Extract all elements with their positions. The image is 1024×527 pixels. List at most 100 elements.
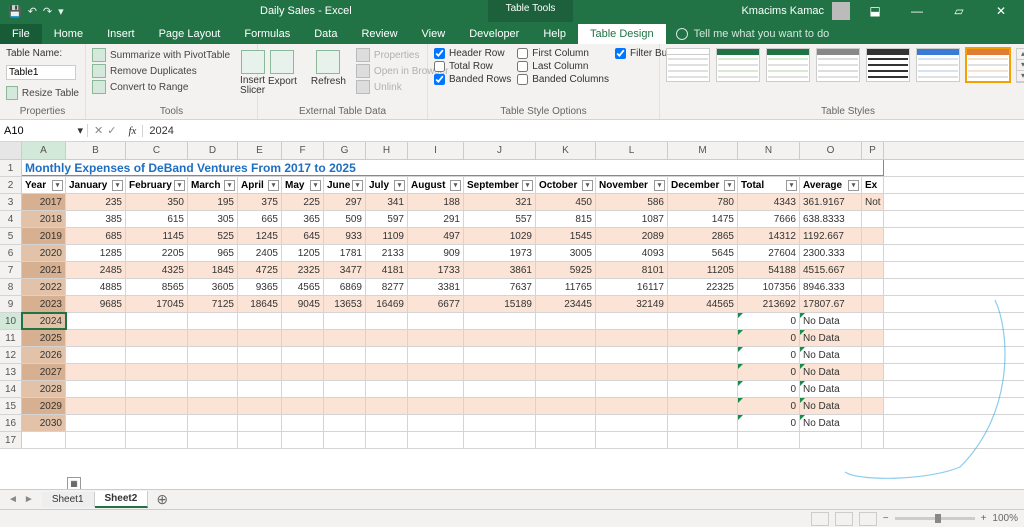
cell[interactable]: No Data: [800, 330, 862, 346]
cell[interactable]: [862, 347, 884, 363]
colhead-J[interactable]: J: [464, 142, 536, 159]
cell[interactable]: [862, 279, 884, 295]
table-header-august[interactable]: August▾: [408, 177, 464, 193]
cell[interactable]: [596, 432, 668, 448]
cell[interactable]: 525: [188, 228, 238, 244]
cell[interactable]: [366, 398, 408, 414]
cell[interactable]: [324, 364, 366, 380]
cell[interactable]: [66, 364, 126, 380]
cell[interactable]: [282, 313, 324, 329]
qat-more-icon[interactable]: ▾: [58, 5, 64, 18]
tell-me[interactable]: Tell me what you want to do: [666, 24, 840, 44]
table-header-year[interactable]: Year▾: [22, 177, 66, 193]
cell[interactable]: 4565: [282, 279, 324, 295]
cell[interactable]: 7125: [188, 296, 238, 312]
colhead-P[interactable]: P: [862, 142, 884, 159]
cell[interactable]: 0: [738, 313, 800, 329]
avatar[interactable]: [832, 2, 850, 20]
cell[interactable]: 909: [408, 245, 464, 261]
colhead-M[interactable]: M: [668, 142, 738, 159]
cell[interactable]: [126, 330, 188, 346]
cell[interactable]: 509: [324, 211, 366, 227]
cell[interactable]: [596, 330, 668, 346]
filter-dropdown-icon[interactable]: ▾: [848, 180, 859, 191]
colhead-K[interactable]: K: [536, 142, 596, 159]
cell[interactable]: [464, 364, 536, 380]
cell[interactable]: [238, 415, 282, 431]
cell[interactable]: [738, 432, 800, 448]
cell[interactable]: [862, 211, 884, 227]
cell[interactable]: 0: [738, 347, 800, 363]
namebox-input[interactable]: [4, 125, 64, 137]
rowhead-3[interactable]: 3: [0, 194, 22, 210]
cell[interactable]: 9365: [238, 279, 282, 295]
rowhead-16[interactable]: 16: [0, 415, 22, 431]
title-cell[interactable]: Monthly Expenses of DeBand Ventures From…: [22, 160, 884, 176]
filter-dropdown-icon[interactable]: ▾: [224, 180, 235, 191]
cell[interactable]: [862, 262, 884, 278]
cell[interactable]: [668, 313, 738, 329]
cell[interactable]: 2025: [22, 330, 66, 346]
table-header-october[interactable]: October▾: [536, 177, 596, 193]
cell[interactable]: [66, 398, 126, 414]
colhead-E[interactable]: E: [238, 142, 282, 159]
redo-icon[interactable]: ↷: [43, 5, 52, 18]
cell[interactable]: 3005: [536, 245, 596, 261]
cell[interactable]: 2020: [22, 245, 66, 261]
rowhead-11[interactable]: 11: [0, 330, 22, 346]
sheet-tab-sheet1[interactable]: Sheet1: [42, 492, 95, 507]
cell[interactable]: [862, 381, 884, 397]
cell[interactable]: [324, 432, 366, 448]
cell[interactable]: 3381: [408, 279, 464, 295]
rowhead-7[interactable]: 7: [0, 262, 22, 278]
zoom-slider[interactable]: [895, 517, 975, 520]
filter-dropdown-icon[interactable]: ▾: [394, 180, 405, 191]
cell[interactable]: [668, 415, 738, 431]
sheet-nav-prev-icon[interactable]: ◄: [8, 494, 18, 505]
cell[interactable]: 291: [408, 211, 464, 227]
cell[interactable]: 3861: [464, 262, 536, 278]
cell[interactable]: [596, 398, 668, 414]
cell[interactable]: [238, 432, 282, 448]
rowhead-9[interactable]: 9: [0, 296, 22, 312]
cell[interactable]: [862, 432, 884, 448]
filter-dropdown-icon[interactable]: ▾: [522, 180, 533, 191]
cell[interactable]: [464, 398, 536, 414]
rowhead-1[interactable]: 1: [0, 160, 22, 176]
cell[interactable]: 2028: [22, 381, 66, 397]
cell[interactable]: 2485: [66, 262, 126, 278]
filter-dropdown-icon[interactable]: ▾: [310, 180, 321, 191]
cell[interactable]: 22325: [668, 279, 738, 295]
cell[interactable]: 815: [536, 211, 596, 227]
cell[interactable]: [862, 398, 884, 414]
cell[interactable]: 557: [464, 211, 536, 227]
table-header-march[interactable]: March▾: [188, 177, 238, 193]
cell[interactable]: 3477: [324, 262, 366, 278]
filter-dropdown-icon[interactable]: ▾: [352, 180, 363, 191]
table-header-total[interactable]: Total▾: [738, 177, 800, 193]
cell[interactable]: [408, 364, 464, 380]
table-header-september[interactable]: September▾: [464, 177, 536, 193]
cell[interactable]: [408, 432, 464, 448]
filter-dropdown-icon[interactable]: ▾: [174, 180, 185, 191]
cell[interactable]: 6677: [408, 296, 464, 312]
cell[interactable]: [862, 296, 884, 312]
cell[interactable]: 18645: [238, 296, 282, 312]
cell[interactable]: 665: [238, 211, 282, 227]
colhead-L[interactable]: L: [596, 142, 668, 159]
cell[interactable]: [536, 330, 596, 346]
cell[interactable]: 14312: [738, 228, 800, 244]
cell[interactable]: No Data: [800, 381, 862, 397]
cell[interactable]: 350: [126, 194, 188, 210]
add-sheet-button[interactable]: ⊕: [148, 491, 176, 508]
cell[interactable]: [66, 347, 126, 363]
cell[interactable]: No Data: [800, 364, 862, 380]
cell[interactable]: [408, 313, 464, 329]
cell[interactable]: 1973: [464, 245, 536, 261]
undo-icon[interactable]: ↶: [28, 5, 37, 18]
tab-tabledesign[interactable]: Table Design: [578, 24, 666, 44]
cell[interactable]: 645: [282, 228, 324, 244]
cell[interactable]: 11765: [536, 279, 596, 295]
colhead-O[interactable]: O: [800, 142, 862, 159]
cell[interactable]: 615: [126, 211, 188, 227]
